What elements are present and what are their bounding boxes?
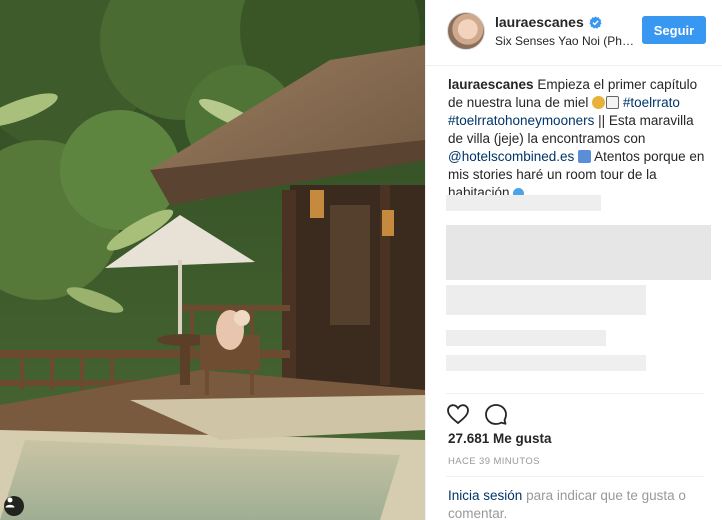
calendar-emoji-icon <box>606 96 620 109</box>
villa-photo-illustration <box>0 0 425 520</box>
post-caption: lauraescanes Empieza el primer capítulo … <box>448 76 710 202</box>
follow-button[interactable]: Seguir <box>642 16 706 44</box>
honey-pot-emoji-icon <box>592 96 606 109</box>
actions-divider <box>446 393 704 394</box>
user-tag-icon[interactable] <box>4 496 24 516</box>
like-count[interactable]: 27.681 Me gusta <box>448 431 552 446</box>
post-header: lauraescanes Six Senses Yao Noi (Ph… Seg… <box>426 0 722 66</box>
login-link[interactable]: Inicia sesión <box>448 488 522 503</box>
heart-icon[interactable] <box>446 402 470 426</box>
hashtag-toelrratohoneymooners[interactable]: #toelrratohoneymooners <box>448 113 594 128</box>
login-divider <box>446 476 704 477</box>
caption-username[interactable]: lauraescanes <box>448 77 534 92</box>
left-arrow-emoji-icon <box>578 150 592 163</box>
blurred-comments <box>446 195 714 385</box>
login-prompt: Inicia sesión para indicar que te gusta … <box>448 487 710 520</box>
post-actions <box>446 402 508 426</box>
username-link[interactable]: lauraescanes <box>495 14 584 30</box>
verified-badge-icon <box>589 15 602 29</box>
avatar[interactable] <box>447 12 485 50</box>
post-timestamp[interactable]: HACE 39 MINUTOS <box>448 456 540 467</box>
hashtag-toelrrato[interactable]: #toelrrato <box>623 95 680 110</box>
comment-icon[interactable] <box>484 402 508 426</box>
post-photo[interactable] <box>0 0 425 520</box>
post-side-panel: lauraescanes Six Senses Yao Noi (Ph… Seg… <box>425 0 722 520</box>
mention-hotelscombined[interactable]: @hotelscombined.es <box>448 149 574 164</box>
location-link[interactable]: Six Senses Yao Noi (Ph… <box>495 34 635 48</box>
username-row: lauraescanes <box>495 14 602 30</box>
